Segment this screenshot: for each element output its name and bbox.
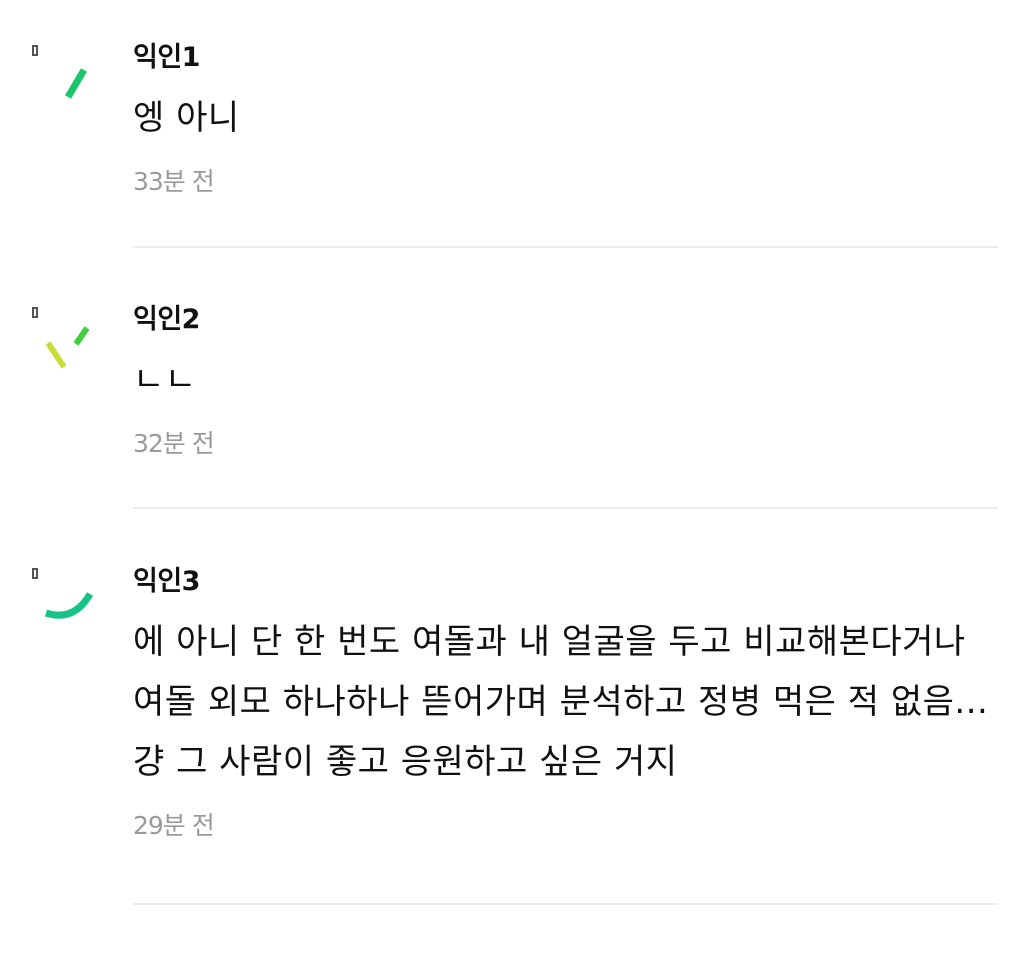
comment-divider bbox=[133, 246, 998, 248]
comment-timestamp: 29분 전 bbox=[133, 811, 215, 840]
avatar-spinner-graphic bbox=[32, 45, 88, 99]
comment-text: ㄴㄴ bbox=[133, 360, 197, 400]
comment-divider bbox=[133, 903, 998, 905]
comment-body: 익인2 ㄴㄴ 32분 전 bbox=[133, 302, 998, 462]
comment-body: 익인3 에 아니 단 한 번도 여돌과 내 얼굴을 두고 비교해본다거나 여돌 … bbox=[133, 564, 998, 844]
comment-author[interactable]: 익인3 bbox=[133, 564, 998, 600]
avatar-spinner-graphic bbox=[32, 307, 90, 369]
comment-divider bbox=[133, 507, 998, 509]
comment-text: 에 아니 단 한 번도 여돌과 내 얼굴을 두고 비교해본다거나 여돌 외모 하… bbox=[133, 622, 1000, 782]
loading-spinner-icon bbox=[28, 564, 108, 644]
comment-timestamp: 32분 전 bbox=[133, 429, 215, 458]
loading-spinner-icon bbox=[28, 302, 108, 382]
comment-body: 익인1 엥 아니 33분 전 bbox=[133, 40, 998, 200]
comment-author[interactable]: 익인1 bbox=[133, 40, 998, 76]
comment-author[interactable]: 익인2 bbox=[133, 302, 998, 338]
avatar-spinner-graphic bbox=[32, 568, 94, 619]
comment-timestamp: 33분 전 bbox=[133, 167, 215, 196]
loading-spinner-icon bbox=[28, 40, 108, 120]
comment-text: 엥 아니 bbox=[133, 98, 240, 138]
